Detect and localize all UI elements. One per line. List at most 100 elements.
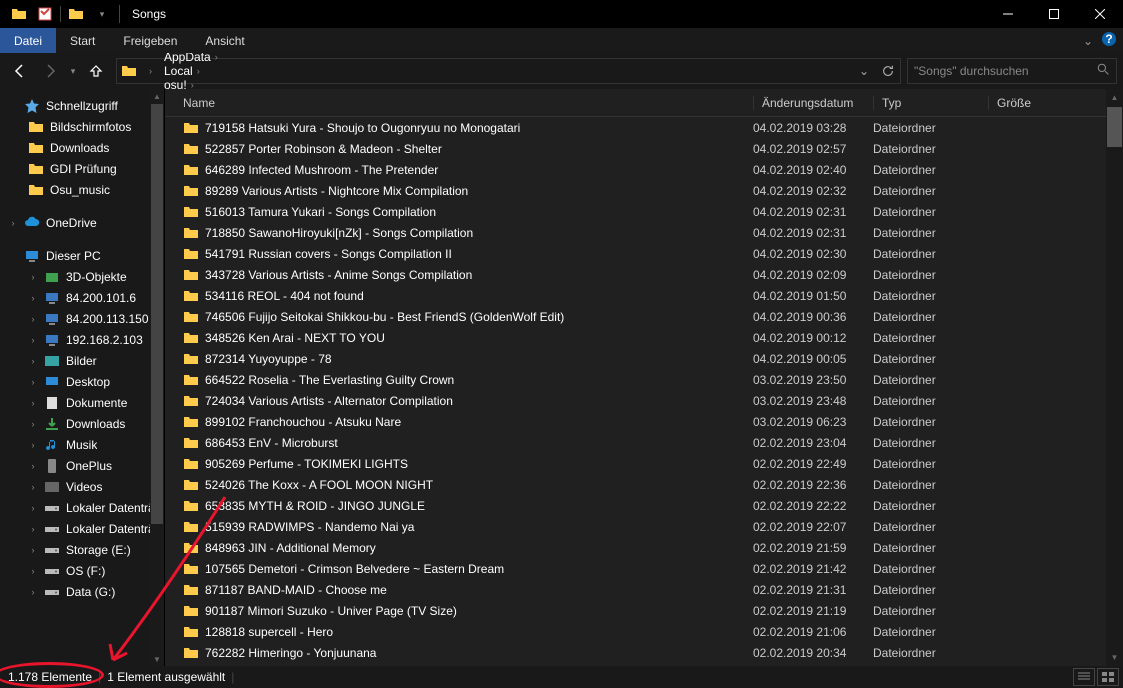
sidebar-pc-item[interactable]: ›Desktop	[0, 371, 164, 392]
sidebar-pc-item[interactable]: ›192.168.2.103	[0, 329, 164, 350]
chevron-right-icon[interactable]: ›	[28, 587, 38, 597]
file-row[interactable]: 762282 Himeringo - Yonjuunana 02.02.2019…	[165, 642, 1123, 663]
chevron-right-icon[interactable]: ›	[28, 566, 38, 576]
chevron-right-icon[interactable]: ›	[28, 440, 38, 450]
sidebar-quickaccess[interactable]: Schnellzugriff	[0, 95, 164, 116]
file-row[interactable]: 746506 Fujijo Seitokai Shikkou-bu - Best…	[165, 306, 1123, 327]
scroll-down-icon[interactable]: ▼	[150, 652, 164, 666]
file-row[interactable]: 872314 Yuyoyuppe - 78 04.02.2019 00:05 D…	[165, 348, 1123, 369]
sidebar-pc-item[interactable]: ›Videos	[0, 476, 164, 497]
chevron-right-icon[interactable]: ›	[28, 545, 38, 555]
file-row[interactable]: 128818 supercell - Hero 02.02.2019 21:06…	[165, 621, 1123, 642]
maximize-button[interactable]	[1031, 0, 1077, 28]
main-scrollbar[interactable]: ▲ ▼	[1106, 89, 1123, 666]
chevron-right-icon[interactable]: ›	[8, 218, 18, 228]
scroll-thumb[interactable]	[1107, 107, 1122, 147]
sidebar-pc-item[interactable]: ›3D-Objekte	[0, 266, 164, 287]
sidebar-pc-item[interactable]: ›Bilder	[0, 350, 164, 371]
file-list[interactable]: 719158 Hatsuki Yura - Shoujo to Ougonryu…	[165, 117, 1123, 666]
file-row[interactable]: 848963 JIN - Additional Memory 02.02.201…	[165, 537, 1123, 558]
sidebar-pc-item[interactable]: ›Storage (E:)	[0, 539, 164, 560]
sidebar-quick-item[interactable]: Osu_music	[0, 179, 164, 200]
chevron-right-icon[interactable]: ›	[28, 503, 38, 513]
scroll-down-icon[interactable]: ▼	[1106, 649, 1123, 666]
qat-dropdown-icon[interactable]: ▾	[91, 3, 113, 25]
chevron-right-icon[interactable]: ›	[28, 461, 38, 471]
file-row[interactable]: 89289 Various Artists - Nightcore Mix Co…	[165, 180, 1123, 201]
chevron-right-icon[interactable]: ›	[193, 66, 204, 76]
file-row[interactable]: 522857 Porter Robinson & Madeon - Shelte…	[165, 138, 1123, 159]
scroll-thumb[interactable]	[151, 104, 163, 524]
view-details-button[interactable]	[1073, 668, 1095, 686]
column-size[interactable]: Größe	[988, 96, 1103, 110]
sidebar-quick-item[interactable]: Bildschirmfotos	[0, 116, 164, 137]
back-button[interactable]	[6, 57, 34, 85]
sidebar-onedrive[interactable]: › OneDrive	[0, 212, 164, 233]
sidebar-pc-item[interactable]: ›84.200.113.150	[0, 308, 164, 329]
close-button[interactable]	[1077, 0, 1123, 28]
file-row[interactable]: 899102 Franchouchou - Atsuku Nare 03.02.…	[165, 411, 1123, 432]
column-name[interactable]: Name	[183, 96, 753, 110]
chevron-right-icon[interactable]: ›	[211, 52, 222, 62]
sidebar-pc-item[interactable]: ›Downloads	[0, 413, 164, 434]
file-row[interactable]: 524026 The Koxx - A FOOL MOON NIGHT 02.0…	[165, 474, 1123, 495]
breadcrumb-segment[interactable]: Local›	[160, 64, 226, 78]
column-type[interactable]: Typ	[873, 96, 988, 110]
column-date[interactable]: Änderungsdatum	[753, 96, 873, 110]
help-icon[interactable]: ?	[1101, 31, 1117, 50]
chevron-right-icon[interactable]: ›	[28, 335, 38, 345]
up-button[interactable]	[82, 57, 110, 85]
sidebar-scrollbar[interactable]: ▲ ▼	[150, 89, 164, 666]
file-row[interactable]: 686453 EnV - Microburst 02.02.2019 23:04…	[165, 432, 1123, 453]
chevron-right-icon[interactable]: ›	[28, 419, 38, 429]
tab-start[interactable]: Start	[56, 28, 109, 53]
file-row[interactable]: 664522 Roselia - The Everlasting Guilty …	[165, 369, 1123, 390]
chevron-right-icon[interactable]: ›	[28, 356, 38, 366]
expand-ribbon-icon[interactable]: ⌄	[1083, 34, 1093, 48]
file-row[interactable]: 646289 Infected Mushroom - The Pretender…	[165, 159, 1123, 180]
chevron-right-icon[interactable]: ›	[28, 524, 38, 534]
chevron-right-icon[interactable]: ›	[28, 482, 38, 492]
view-thumbnails-button[interactable]	[1097, 668, 1119, 686]
properties-icon[interactable]	[34, 3, 56, 25]
scroll-up-icon[interactable]: ▲	[1106, 89, 1123, 106]
sidebar-pc-item[interactable]: ›OnePlus	[0, 455, 164, 476]
file-row[interactable]: 348526 Ken Arai - NEXT TO YOU 04.02.2019…	[165, 327, 1123, 348]
tab-file[interactable]: Datei	[0, 28, 56, 53]
file-row[interactable]: 541791 Russian covers - Songs Compilatio…	[165, 243, 1123, 264]
address-dropdown-icon[interactable]: ⌄	[852, 59, 876, 83]
chevron-right-icon[interactable]: ›	[28, 377, 38, 387]
file-row[interactable]: 534116 REOL - 404 not found 04.02.2019 0…	[165, 285, 1123, 306]
sidebar-pc-item[interactable]: ›Data (G:)	[0, 581, 164, 602]
file-row[interactable]: 901187 Mimori Suzuko - Univer Page (TV S…	[165, 600, 1123, 621]
file-row[interactable]: 107565 Demetori - Crimson Belvedere ~ Ea…	[165, 558, 1123, 579]
forward-button[interactable]	[36, 57, 64, 85]
sidebar-thispc[interactable]: Dieser PC	[0, 245, 164, 266]
recent-dropdown[interactable]: ▾	[66, 57, 80, 85]
sidebar-quick-item[interactable]: Downloads	[0, 137, 164, 158]
sidebar-pc-item[interactable]: ›Lokaler Datenträ	[0, 497, 164, 518]
file-row[interactable]: 718850 SawanoHiroyuki[nZk] - Songs Compi…	[165, 222, 1123, 243]
sidebar-pc-item[interactable]: ›Lokaler Datenträ	[0, 518, 164, 539]
sidebar-pc-item[interactable]: ›Musik	[0, 434, 164, 455]
sidebar-pc-item[interactable]: ›Dokumente	[0, 392, 164, 413]
file-row[interactable]: 653835 MYTH & ROID - JINGO JUNGLE 02.02.…	[165, 495, 1123, 516]
search-input[interactable]	[914, 64, 1110, 78]
sidebar-quick-item[interactable]: GDI Prüfung	[0, 158, 164, 179]
file-row[interactable]: 343728 Various Artists - Anime Songs Com…	[165, 264, 1123, 285]
file-row[interactable]: 905269 Perfume - TOKIMEKI LIGHTS 02.02.2…	[165, 453, 1123, 474]
chevron-right-icon[interactable]: ›	[28, 314, 38, 324]
chevron-right-icon[interactable]: ›	[28, 272, 38, 282]
file-row[interactable]: 515939 RADWIMPS - Nandemo Nai ya 02.02.2…	[165, 516, 1123, 537]
breadcrumb-sep[interactable]: ›	[141, 59, 160, 83]
minimize-button[interactable]	[985, 0, 1031, 28]
file-row[interactable]: 724034 Various Artists - Alternator Comp…	[165, 390, 1123, 411]
sidebar-pc-item[interactable]: ›84.200.101.6	[0, 287, 164, 308]
tab-share[interactable]: Freigeben	[109, 28, 191, 53]
refresh-button[interactable]	[876, 59, 900, 83]
address-bar[interactable]: › Thorsten›AppData›Local›osu!›Songs› ⌄	[116, 58, 901, 84]
scroll-up-icon[interactable]: ▲	[150, 89, 164, 103]
file-row[interactable]: 871187 BAND-MAID - Choose me 02.02.2019 …	[165, 579, 1123, 600]
file-row[interactable]: 719158 Hatsuki Yura - Shoujo to Ougonryu…	[165, 117, 1123, 138]
chevron-right-icon[interactable]: ›	[28, 398, 38, 408]
